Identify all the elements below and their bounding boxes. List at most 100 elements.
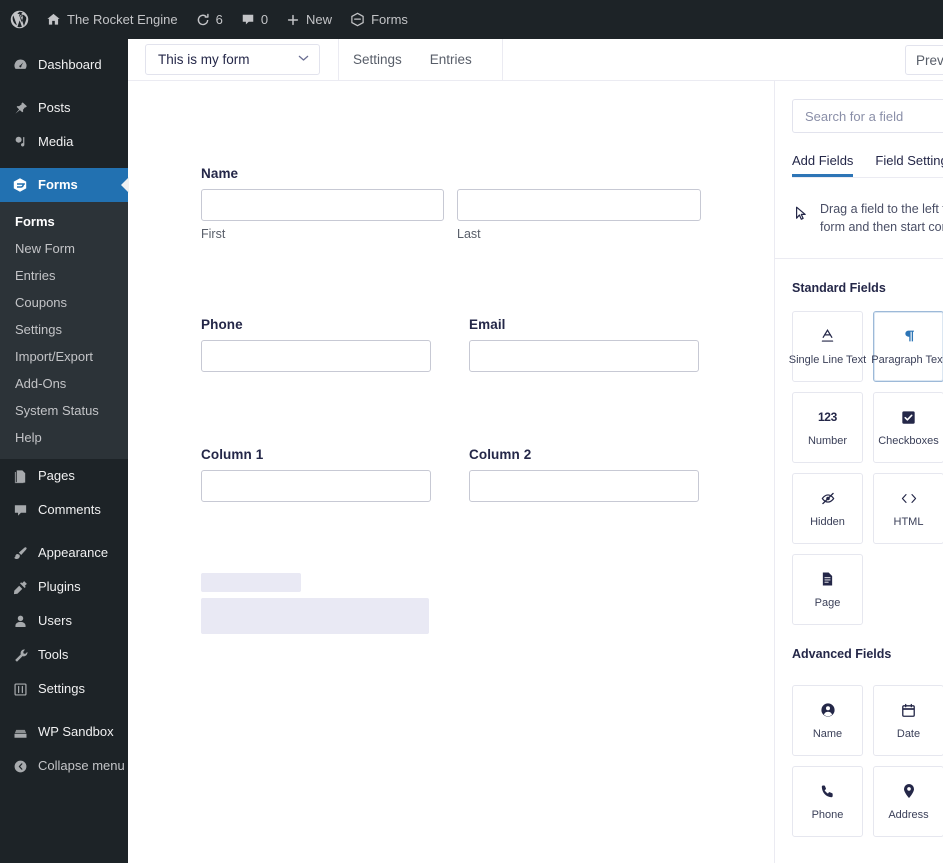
user-icon (11, 612, 29, 630)
standard-fields-title: Standard Fields (792, 281, 886, 295)
form-field-name[interactable]: Name First Last (201, 166, 701, 241)
submenu-item-forms[interactable]: Forms (0, 208, 128, 235)
field-input[interactable] (201, 340, 431, 372)
field-button-label: Phone (811, 808, 844, 821)
form-selector-dropdown[interactable]: This is my form (145, 44, 320, 75)
calendar-icon (901, 702, 916, 719)
tab-field-settings[interactable]: Field Settings (875, 153, 943, 177)
submenu-item-add-ons[interactable]: Add-Ons (0, 370, 128, 397)
settings-icon (11, 680, 29, 698)
sidebar-item-label: Collapse menu (38, 758, 125, 773)
field-label: Phone (201, 317, 243, 332)
form-editor-toolbar: This is my form Settings Entries Preview (128, 38, 943, 81)
sidebar-item-media[interactable]: Media (0, 125, 128, 159)
field-button-paragraph-text[interactable]: Paragraph Text (871, 311, 943, 382)
wordpress-logo-button[interactable] (0, 0, 37, 39)
submenu-item-new-form[interactable]: New Form (0, 235, 128, 262)
form-field-email[interactable]: Email (469, 317, 699, 372)
form-field-column-2[interactable]: Column 2 (469, 447, 699, 502)
pages-icon (11, 467, 29, 485)
home-icon (46, 12, 61, 27)
sidebar-item-label: Plugins (38, 579, 81, 594)
submenu-item-help[interactable]: Help (0, 424, 128, 451)
tab-add-fields[interactable]: Add Fields (792, 153, 853, 177)
toolbar-settings-link[interactable]: Settings (339, 39, 416, 81)
field-button-label: Address (888, 808, 929, 821)
number-123-icon: 123 (817, 410, 838, 424)
toolbar-divider-right (501, 38, 503, 81)
sidebar-item-collapse-menu[interactable]: Collapse menu (0, 749, 128, 783)
submenu-item-import-export[interactable]: Import/Export (0, 343, 128, 370)
field-button-label: Paragraph Text (871, 353, 943, 366)
name-last-subfield[interactable]: Last (457, 189, 701, 241)
sidebar-item-tools[interactable]: Tools (0, 638, 128, 672)
collapse-icon (11, 757, 29, 775)
field-button-number[interactable]: 123 Number (792, 392, 863, 463)
comment-icon (11, 501, 29, 519)
field-label: Email (469, 317, 506, 332)
adminbar-forms-button[interactable]: Forms (341, 0, 417, 39)
panel-tabs: Add Fields Field Settings (792, 153, 943, 178)
site-name-button[interactable]: The Rocket Engine (37, 0, 187, 39)
field-button-hidden[interactable]: Hidden (792, 473, 863, 544)
field-label: Name (201, 166, 239, 181)
field-search-placeholder: Search for a field (805, 108, 904, 124)
submenu-item-system-status[interactable]: System Status (0, 397, 128, 424)
sandbox-icon (11, 723, 29, 741)
field-search-input[interactable]: Search for a field (792, 99, 943, 133)
sidebar-item-comments[interactable]: Comments (0, 493, 128, 527)
sidebar-item-forms[interactable]: Forms (0, 168, 129, 202)
field-button-label: Page (814, 596, 841, 609)
sidebar-item-users[interactable]: Users (0, 604, 128, 638)
preview-button-label: Preview (916, 52, 943, 68)
updates-icon (196, 13, 210, 27)
field-input[interactable] (469, 340, 699, 372)
toolbar-entries-link[interactable]: Entries (416, 39, 486, 81)
sidebar-item-pages[interactable]: Pages (0, 459, 128, 493)
submenu-item-entries[interactable]: Entries (0, 262, 128, 289)
pin-icon (11, 99, 29, 117)
submenu-item-coupons[interactable]: Coupons (0, 289, 128, 316)
sidebar-item-appearance[interactable]: Appearance (0, 536, 128, 570)
field-button-page[interactable]: Page (792, 554, 863, 625)
comment-icon (241, 13, 255, 27)
code-icon (901, 490, 917, 507)
preview-button[interactable]: Preview (905, 45, 943, 75)
new-label: New (306, 12, 333, 27)
field-button-date[interactable]: Date (873, 685, 943, 756)
field-input[interactable] (201, 189, 444, 221)
sidebar-item-plugins[interactable]: Plugins (0, 570, 128, 604)
admin-sidebar: Dashboard Posts Media Forms Forms New Fo… (0, 39, 129, 863)
pilcrow-icon (902, 328, 916, 345)
field-button-single-line-text[interactable]: Single Line Text (789, 311, 866, 382)
plus-icon (286, 13, 300, 27)
field-button-label: Date (896, 727, 921, 740)
active-menu-pointer (121, 177, 129, 193)
forms-submenu: Forms New Form Entries Coupons Settings … (0, 202, 128, 459)
sidebar-item-posts[interactable]: Posts (0, 91, 128, 125)
sidebar-item-dashboard[interactable]: Dashboard (0, 48, 128, 82)
submenu-item-settings[interactable]: Settings (0, 316, 128, 343)
brush-icon (11, 544, 29, 562)
sidebar-item-wp-sandbox[interactable]: WP Sandbox (0, 715, 128, 749)
field-button-address[interactable]: Address (873, 766, 943, 837)
comments-button[interactable]: 0 (232, 0, 277, 39)
field-button-name[interactable]: Name (792, 685, 863, 756)
form-selector-value: This is my form (158, 52, 250, 67)
new-content-button[interactable]: New (277, 0, 341, 39)
sidebar-item-label: Posts (38, 100, 71, 115)
field-input[interactable] (201, 470, 431, 502)
eye-slash-icon (820, 490, 836, 507)
field-button-phone[interactable]: Phone (792, 766, 863, 837)
field-button-label: Name (812, 727, 843, 740)
form-field-phone[interactable]: Phone (201, 317, 431, 372)
name-first-subfield[interactable]: First (201, 189, 444, 241)
updates-button[interactable]: 6 (187, 0, 232, 39)
form-field-column-1[interactable]: Column 1 (201, 447, 431, 502)
field-button-html[interactable]: HTML (873, 473, 943, 544)
dashboard-icon (11, 56, 29, 74)
field-input[interactable] (469, 470, 699, 502)
sidebar-item-settings[interactable]: Settings (0, 672, 128, 706)
field-input[interactable] (457, 189, 701, 221)
field-button-checkboxes[interactable]: Checkboxes (873, 392, 943, 463)
